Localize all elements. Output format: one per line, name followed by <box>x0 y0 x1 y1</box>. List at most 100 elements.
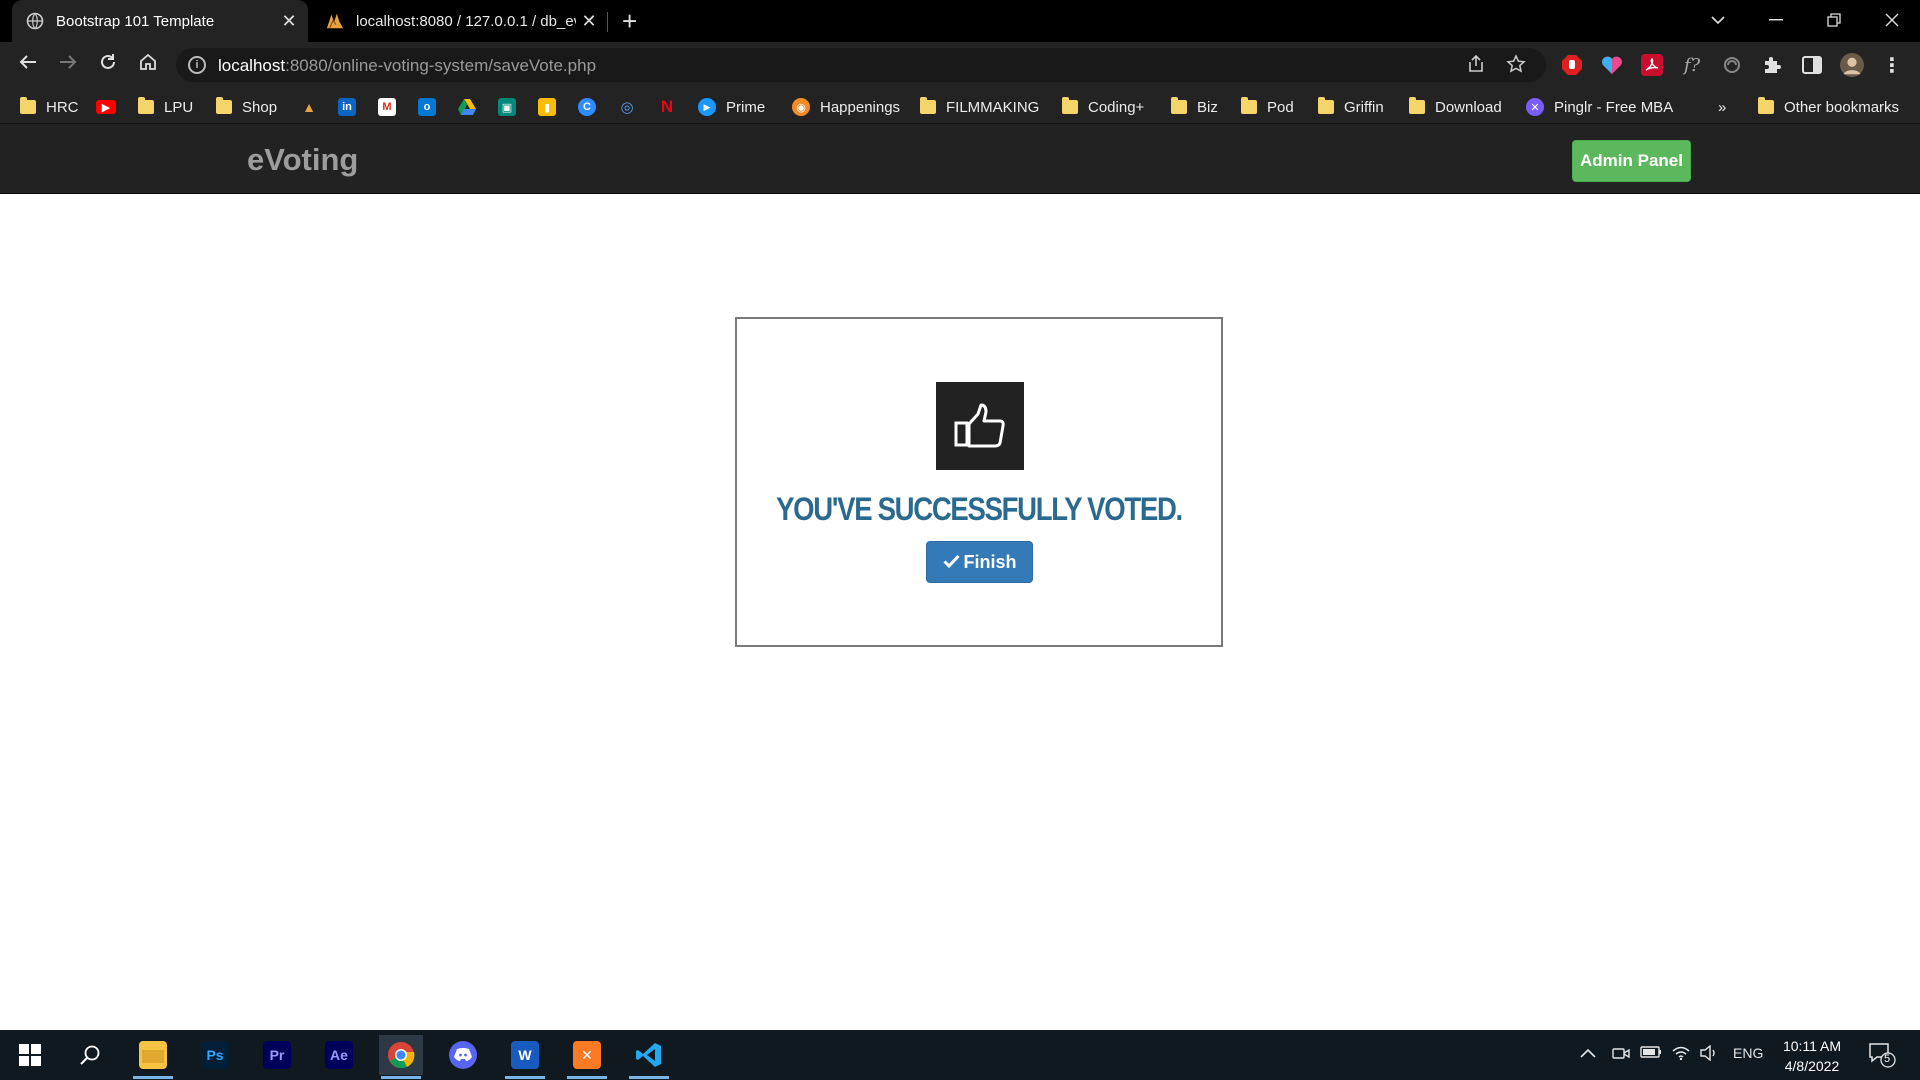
heart-extension-icon[interactable] <box>1600 53 1624 77</box>
premiere-pro-icon[interactable]: Pr <box>255 1035 299 1075</box>
bookmark-label: Shop <box>242 98 278 116</box>
chrome-taskbar-icon[interactable] <box>379 1035 423 1079</box>
search-icon[interactable] <box>68 1035 112 1075</box>
netflix-icon: N <box>660 97 674 116</box>
show-hidden-icons-icon[interactable] <box>1580 1045 1596 1062</box>
bookmark-label: Pinglr - Free MBA <box>1554 98 1674 116</box>
bookmark-canva[interactable]: C <box>578 96 596 118</box>
language-indicator[interactable]: ENG <box>1733 1045 1763 1061</box>
adblock-extension-icon[interactable] <box>1560 53 1584 77</box>
folder-icon <box>216 97 232 114</box>
folder-icon <box>138 97 154 114</box>
bookmark-meet[interactable]: ▣ <box>498 96 516 118</box>
folder-icon <box>1171 97 1187 114</box>
tab-title: Bootstrap 101 Template <box>56 12 215 30</box>
folder-icon <box>1062 97 1078 114</box>
outlook-icon: o <box>418 98 436 116</box>
meet-now-icon[interactable] <box>1612 1045 1630 1065</box>
share-icon[interactable] <box>1466 54 1486 80</box>
reload-icon[interactable] <box>92 50 124 80</box>
google-meet-icon: ▣ <box>498 98 516 116</box>
bookmark-biz[interactable]: Biz <box>1171 96 1218 118</box>
admin-panel-button[interactable]: Admin Panel <box>1572 140 1691 182</box>
photoshop-icon[interactable]: Ps <box>193 1035 237 1075</box>
phpmyadmin-icon <box>326 12 344 30</box>
windows-start-icon[interactable] <box>8 1035 52 1075</box>
bookmark-keep[interactable]: ▮ <box>538 96 556 118</box>
vscode-icon[interactable] <box>627 1035 671 1079</box>
bookmark-filmmaking[interactable]: FILMMAKING <box>920 96 1039 118</box>
podcast-icon: ◎ <box>620 99 634 116</box>
browser-tab-bar: Bootstrap 101 Template ✕ localhost:8080 … <box>0 0 1920 42</box>
close-tab-icon[interactable]: ✕ <box>276 11 302 32</box>
bookmark-podcast[interactable]: ◎ <box>618 96 636 118</box>
bookmark-hrc[interactable]: HRC <box>20 96 79 118</box>
bookmark-pinglr[interactable]: ✕ Pinglr - Free MBA <box>1526 96 1673 118</box>
folder-icon <box>1409 97 1425 114</box>
wifi-icon[interactable] <box>1672 1045 1690 1065</box>
bookmark-star-icon[interactable] <box>1506 54 1526 80</box>
bookmark-coding[interactable]: Coding+ <box>1062 96 1144 118</box>
bookmark-outlook[interactable]: o <box>418 96 436 118</box>
bookmark-label: Other bookmarks <box>1784 98 1900 116</box>
tab-separator <box>607 12 608 32</box>
url-text: localhost:8080/online-voting-system/save… <box>218 56 597 75</box>
discord-icon[interactable] <box>441 1035 485 1075</box>
close-window-icon[interactable] <box>1864 0 1920 40</box>
profile-avatar-icon[interactable] <box>1840 53 1864 77</box>
clock-time: 10:11 AM <box>1782 1038 1842 1054</box>
close-tab-icon[interactable]: ✕ <box>576 11 602 32</box>
globe-icon <box>26 12 44 30</box>
file-explorer-icon[interactable] <box>131 1035 175 1079</box>
thumbs-up-icon <box>936 382 1024 470</box>
bookmark-netflix[interactable]: N <box>658 96 676 118</box>
pdf-extension-icon[interactable] <box>1640 53 1664 77</box>
finish-label: Finish <box>963 551 1017 572</box>
after-effects-icon[interactable]: Ae <box>317 1035 361 1075</box>
battery-icon[interactable] <box>1640 1045 1662 1063</box>
triangle-app-icon: ▲ <box>302 99 316 115</box>
tab-search-icon[interactable] <box>1690 0 1746 40</box>
bookmark-griffin[interactable]: Griffin <box>1318 96 1384 118</box>
site-info-icon[interactable]: i <box>188 56 206 74</box>
folder-icon <box>1241 97 1257 114</box>
tab-phpmyadmin[interactable]: localhost:8080 / 127.0.0.1 / db_ev ✕ <box>312 0 608 42</box>
bookmark-youtube[interactable]: ▶ <box>96 96 116 118</box>
bookmark-prime[interactable]: ▶ Prime <box>698 96 765 118</box>
address-bar[interactable]: i localhost:8080/online-voting-system/sa… <box>176 48 1546 82</box>
bookmark-shortcut[interactable]: ▲ <box>300 96 318 118</box>
gmail-icon: M <box>378 98 396 116</box>
system-clock[interactable]: 10:11 AM 4/8/2022 <box>1762 1036 1862 1076</box>
bookmark-pod[interactable]: Pod <box>1241 96 1294 118</box>
prime-video-icon: ▶ <box>698 98 716 116</box>
chrome-menu-icon[interactable]: ⋮ <box>1880 53 1904 77</box>
bookmark-linkedin[interactable]: in <box>338 96 356 118</box>
bookmark-lpu[interactable]: LPU <box>138 96 193 118</box>
notification-center-icon[interactable]: 5 <box>1868 1042 1896 1072</box>
forward-icon[interactable] <box>52 50 84 80</box>
word-icon[interactable]: W <box>503 1035 547 1079</box>
windows-taskbar: Ps Pr Ae W ✕ ENG 10:11 AM 4/8/2022 5 <box>0 1030 1920 1080</box>
bookmark-happenings[interactable]: ◉ Happenings <box>792 96 900 118</box>
bookmark-shop[interactable]: Shop <box>216 96 277 118</box>
back-icon[interactable] <box>12 50 44 80</box>
xampp-icon[interactable]: ✕ <box>565 1035 609 1079</box>
minimize-icon[interactable] <box>1748 0 1804 40</box>
formula-extension-icon[interactable]: f? <box>1680 53 1704 77</box>
finish-button[interactable]: Finish <box>926 541 1033 583</box>
extensions-puzzle-icon[interactable] <box>1760 53 1784 77</box>
volume-icon[interactable] <box>1700 1044 1718 1065</box>
bookmark-drive[interactable] <box>458 96 476 118</box>
more-bookmarks-button[interactable]: » <box>1718 96 1726 118</box>
bookmark-label: HRC <box>46 98 79 116</box>
side-panel-icon[interactable] <box>1800 53 1824 77</box>
brand-logo-text[interactable]: eVoting <box>247 142 358 178</box>
tab-bootstrap[interactable]: Bootstrap 101 Template ✕ <box>12 0 308 42</box>
home-icon[interactable] <box>132 50 164 80</box>
bookmark-gmail[interactable]: M <box>378 96 396 118</box>
other-bookmarks[interactable]: Other bookmarks <box>1758 96 1899 118</box>
restore-icon[interactable] <box>1806 0 1862 40</box>
new-tab-icon[interactable]: + <box>622 8 637 34</box>
bookmark-download[interactable]: Download <box>1409 96 1502 118</box>
sync-extension-icon[interactable] <box>1720 53 1744 77</box>
